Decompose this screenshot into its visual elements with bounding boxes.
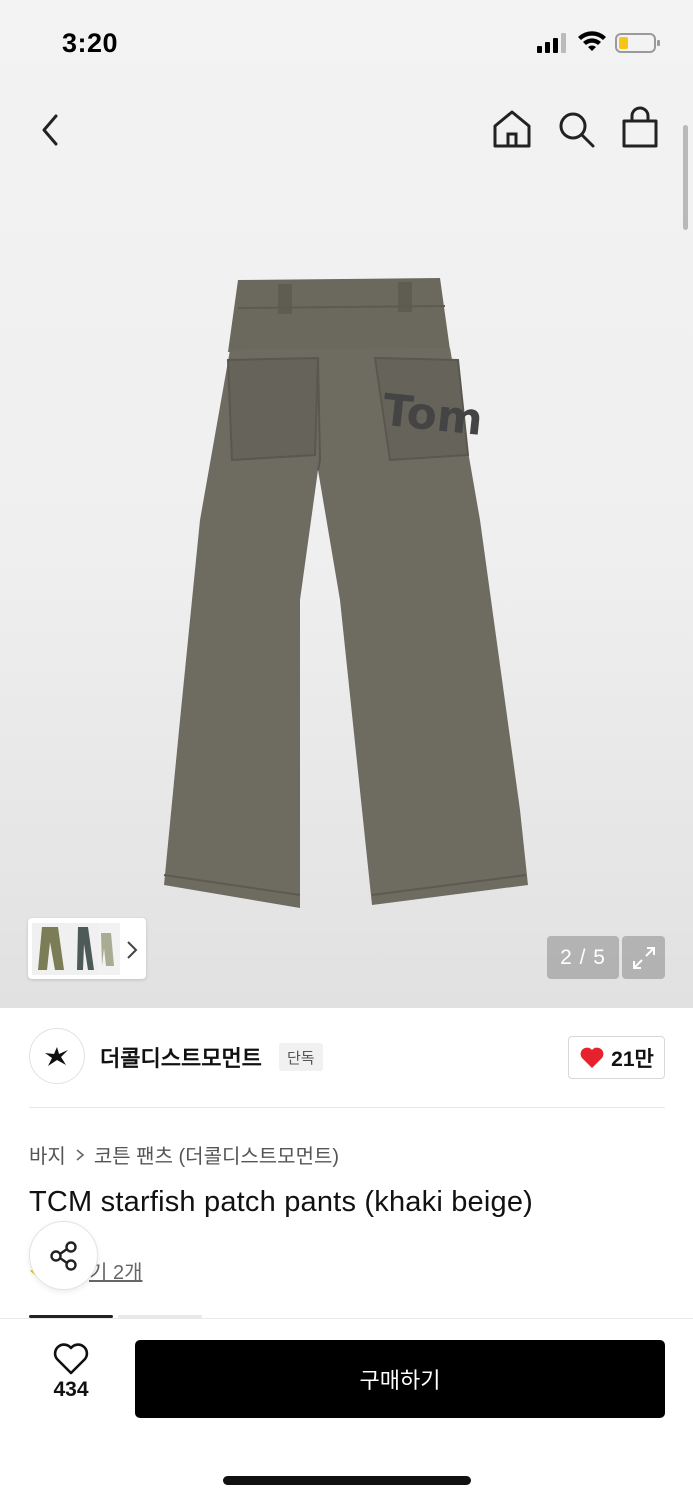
brand-like-count: 21만 [611,1047,654,1071]
status-time: 3:20 [62,28,119,58]
product-image-gallery[interactable]: Tom [0,0,693,1008]
brand-logo[interactable] [29,1028,85,1084]
expand-button[interactable] [622,936,665,979]
signal-icon [537,33,566,53]
search-icon[interactable] [555,108,597,150]
breadcrumb: 바지 코튼 팬츠 (더콜디스트모먼트) [29,1140,339,1169]
home-indicator [223,1476,471,1485]
wishlist-button[interactable]: 434 [38,1342,104,1416]
scrollbar[interactable] [683,125,688,230]
breadcrumb-item-subcategory[interactable]: 코튼 팬츠 (더콜디스트모먼트) [94,1140,339,1169]
wishlist-count: 434 [53,1378,89,1401]
brand-like-button[interactable]: 21만 [568,1036,665,1079]
wifi-icon [578,31,606,51]
divider [29,1107,665,1108]
buy-button[interactable]: 구매하기 [135,1340,665,1418]
bag-icon[interactable] [619,106,661,150]
share-icon [49,1240,77,1271]
image-page-counter: 2 / 5 [547,936,619,979]
svg-text:Tom: Tom [380,385,485,446]
status-bar: 3:20 [0,0,693,90]
share-button[interactable] [29,1221,98,1290]
breadcrumb-item-category[interactable]: 바지 [29,1140,66,1169]
home-icon[interactable] [491,108,533,150]
chevron-right-icon [76,1148,85,1161]
heart-outline-icon [53,1343,89,1375]
back-icon[interactable] [32,108,72,152]
heart-icon [580,1047,604,1068]
exclusive-badge: 단독 [279,1043,323,1071]
chevron-right-icon[interactable] [124,938,140,962]
expand-icon [632,946,655,969]
product-photo[interactable]: Tom [150,270,550,915]
product-title: TCM starfish patch pants (khaki beige) [29,1186,534,1218]
brand-name[interactable]: 더콜디스트모먼트 [100,1041,262,1073]
starfish-icon [45,1047,68,1066]
battery-icon [615,33,660,53]
